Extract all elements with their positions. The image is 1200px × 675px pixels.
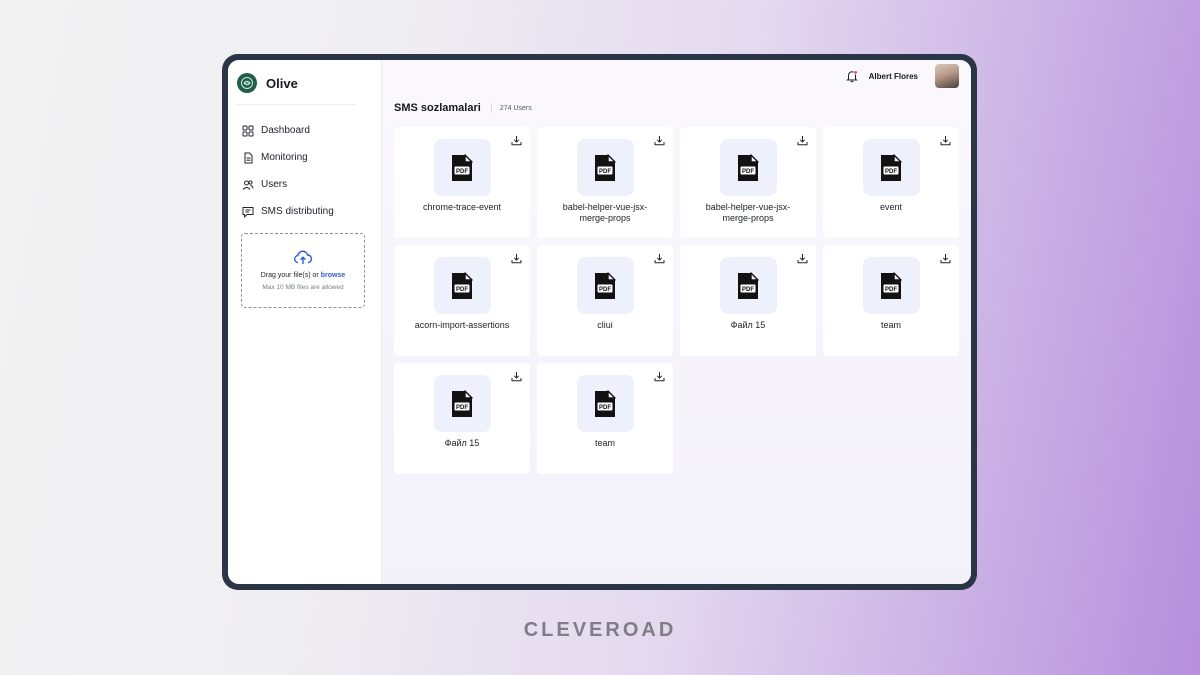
file-card[interactable]: PDF cliui xyxy=(537,245,673,356)
svg-text:PDF: PDF xyxy=(456,287,468,293)
download-icon[interactable] xyxy=(940,253,951,264)
pdf-file-icon: PDF xyxy=(576,257,634,314)
download-icon[interactable] xyxy=(797,135,808,146)
topbar: Albert Flores xyxy=(394,60,959,92)
device-frame: Olive Dashboard Monitoring Users SMS dis… xyxy=(222,54,977,590)
download-icon[interactable] xyxy=(654,371,665,382)
file-card[interactable]: PDF Файл 15 xyxy=(394,363,530,474)
svg-text:PDF: PDF xyxy=(742,169,754,175)
file-name: babel-helper-vue-jsx-merge-props xyxy=(562,202,648,223)
sidebar-item-dashboard[interactable]: Dashboard xyxy=(237,117,372,144)
pdf-file-icon: PDF xyxy=(576,375,634,432)
file-upload-dropzone[interactable]: Drag your file(s) or browse Max 10 MB fi… xyxy=(241,233,365,308)
file-name: team xyxy=(594,438,615,448)
divider xyxy=(237,104,356,105)
main-content: Albert Flores SMS sozlamalari 274 Users … xyxy=(382,60,971,584)
brand[interactable]: Olive xyxy=(237,72,372,94)
message-icon xyxy=(242,206,254,218)
sidebar-item-label: Dashboard xyxy=(261,125,310,136)
browse-link[interactable]: browse xyxy=(321,272,346,279)
upload-limit: Max 10 MB files are allowed xyxy=(262,284,344,291)
file-card[interactable]: PDF chrome-trace-event xyxy=(394,127,530,238)
divider xyxy=(490,103,492,113)
file-card[interactable]: PDF babel-helper-vue-jsx-merge-props xyxy=(537,127,673,238)
svg-text:PDF: PDF xyxy=(599,287,611,293)
upload-prompt-text: Drag your file(s) or xyxy=(260,272,321,279)
sidebar-item-sms-distributing[interactable]: SMS distributing xyxy=(237,198,372,225)
page-title: SMS sozlamalari xyxy=(394,102,481,114)
document-icon xyxy=(244,152,253,163)
download-icon[interactable] xyxy=(511,135,522,146)
pdf-file-icon: PDF xyxy=(862,139,920,196)
svg-text:PDF: PDF xyxy=(885,169,897,175)
upload-prompt: Drag your file(s) or browse xyxy=(261,272,345,279)
download-icon[interactable] xyxy=(797,253,808,264)
file-card[interactable]: PDF babel-helper-vue-jsx-merge-props xyxy=(680,127,816,238)
sidebar-item-label: Monitoring xyxy=(261,152,308,163)
download-icon[interactable] xyxy=(654,135,665,146)
file-card[interactable]: PDF acorn-import-assertions xyxy=(394,245,530,356)
file-card[interactable]: PDF event xyxy=(823,127,959,238)
olive-logo-icon xyxy=(237,73,257,93)
svg-text:PDF: PDF xyxy=(742,287,754,293)
app-window: Olive Dashboard Monitoring Users SMS dis… xyxy=(228,60,971,584)
file-name: Файл 15 xyxy=(444,438,480,448)
download-icon[interactable] xyxy=(654,253,665,264)
user-count: 274 Users xyxy=(499,104,532,112)
file-name: cliui xyxy=(597,320,613,330)
svg-text:PDF: PDF xyxy=(885,287,897,293)
notification-bell-icon[interactable] xyxy=(845,69,859,83)
download-icon[interactable] xyxy=(940,135,951,146)
svg-text:PDF: PDF xyxy=(456,405,468,411)
file-grid: PDF chrome-trace-event PDF babel-helper-… xyxy=(394,127,959,474)
file-card[interactable]: PDF team xyxy=(537,363,673,474)
svg-text:PDF: PDF xyxy=(599,169,611,175)
avatar[interactable] xyxy=(935,64,959,88)
dashboard-icon xyxy=(242,125,254,136)
pdf-file-icon: PDF xyxy=(719,139,777,196)
sidebar-item-label: SMS distributing xyxy=(261,206,334,217)
pdf-file-icon: PDF xyxy=(862,257,920,314)
svg-text:PDF: PDF xyxy=(456,169,468,175)
file-name: event xyxy=(879,202,903,212)
file-name: chrome-trace-event xyxy=(422,202,502,212)
file-name: team xyxy=(880,320,901,330)
user-name[interactable]: Albert Flores xyxy=(869,72,918,81)
download-icon[interactable] xyxy=(511,253,522,264)
file-card[interactable]: PDF Файл 15 xyxy=(680,245,816,356)
sidebar: Olive Dashboard Monitoring Users SMS dis… xyxy=(228,60,382,584)
users-icon xyxy=(242,179,254,190)
pdf-file-icon: PDF xyxy=(576,139,634,196)
pdf-file-icon: PDF xyxy=(433,257,491,314)
cloud-upload-icon xyxy=(294,250,313,264)
cleveroad-watermark: CLEVEROAD xyxy=(523,619,677,641)
app-name: Olive xyxy=(266,75,298,91)
page-heading: SMS sozlamalari 274 Users xyxy=(394,92,959,124)
download-icon[interactable] xyxy=(511,371,522,382)
file-name: Файл 15 xyxy=(730,320,766,330)
sidebar-item-users[interactable]: Users xyxy=(237,171,372,198)
svg-text:PDF: PDF xyxy=(599,405,611,411)
file-name: babel-helper-vue-jsx-merge-props xyxy=(705,202,791,223)
pdf-file-icon: PDF xyxy=(719,257,777,314)
pdf-file-icon: PDF xyxy=(433,139,491,196)
pdf-file-icon: PDF xyxy=(433,375,491,432)
file-card[interactable]: PDF team xyxy=(823,245,959,356)
sidebar-item-monitoring[interactable]: Monitoring xyxy=(237,144,372,171)
file-name: acorn-import-assertions xyxy=(414,320,510,330)
sidebar-item-label: Users xyxy=(261,179,288,190)
